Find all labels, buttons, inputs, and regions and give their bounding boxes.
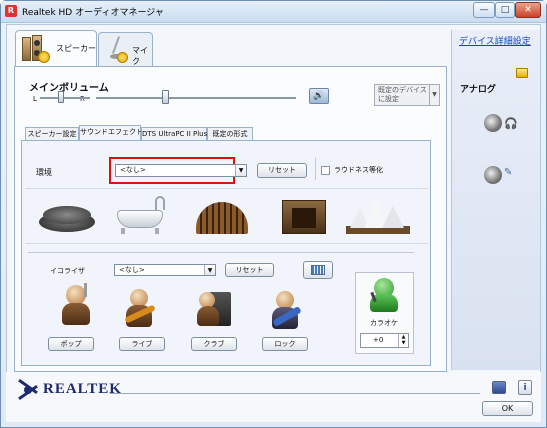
headphone-icon: 🎧 — [504, 117, 518, 130]
rock-figure-icon[interactable] — [268, 289, 304, 333]
tab-microphone-label: マイク — [132, 46, 148, 66]
mute-speaker-icon[interactable]: 🔊 — [309, 88, 329, 104]
tab-microphone[interactable]: マイク — [98, 32, 153, 66]
tab-speaker-label: スピーカー — [56, 44, 96, 53]
divider — [110, 393, 480, 394]
display-icon[interactable] — [492, 381, 506, 394]
tab-default-format[interactable]: 既定の形式 — [207, 127, 253, 141]
close-button[interactable]: ✕ — [515, 2, 541, 18]
env-bathtub-icon[interactable] — [109, 192, 175, 242]
karaoke-stepper[interactable]: +0 ▲ ▼ — [360, 333, 409, 348]
environment-label: 環境 — [36, 168, 52, 177]
equalizer-reset-button[interactable]: リセット — [225, 263, 274, 277]
mic-jack-icon[interactable] — [484, 166, 502, 184]
env-opera-house-icon[interactable] — [342, 192, 414, 242]
equalizer-select-value: <なし> — [119, 266, 145, 274]
volume-slider-thumb[interactable] — [162, 90, 169, 104]
ok-button[interactable]: OK — [482, 401, 533, 416]
chevron-down-icon: ▼ — [235, 165, 246, 176]
tab-dts-ultrapc[interactable]: DTS UltraPC II Plus — [141, 127, 207, 141]
divider — [315, 158, 316, 180]
chevron-down-icon: ▼ — [429, 85, 439, 105]
balance-slider-thumb[interactable] — [58, 91, 64, 103]
pop-figure-icon[interactable] — [58, 283, 94, 327]
default-device-label: 既定のデバイス に設定 — [378, 86, 427, 103]
preset-rock-button[interactable]: ロック — [262, 337, 308, 351]
env-stone-disc-icon[interactable] — [35, 192, 101, 242]
environment-reset-button[interactable]: リセット — [257, 163, 307, 178]
check-badge-icon — [117, 52, 128, 63]
stepper-down-icon[interactable]: ▼ — [398, 340, 408, 347]
preset-pop-button[interactable]: ポップ — [48, 337, 94, 351]
env-stone-room-icon[interactable] — [272, 192, 338, 242]
connector-panel — [451, 30, 540, 370]
equalizer-label: イコライザ — [50, 267, 85, 275]
live-figure-icon[interactable] — [122, 287, 158, 331]
check-badge-icon — [38, 51, 50, 63]
divider — [28, 252, 414, 253]
env-colosseum-icon[interactable] — [190, 192, 256, 242]
minimize-button[interactable]: — — [473, 2, 495, 18]
maximize-button[interactable]: □ — [495, 2, 515, 18]
headphone-jack-icon[interactable] — [484, 114, 502, 132]
graphic-eq-button[interactable] — [303, 261, 333, 279]
equalizer-icon — [311, 265, 325, 275]
tab-sound-effects[interactable]: サウンドエフェクト — [79, 125, 143, 141]
tab-speaker[interactable]: スピーカー — [15, 30, 97, 67]
device-advanced-settings-link[interactable]: デバイス詳細設定 — [459, 34, 531, 47]
realtek-logo-icon — [17, 378, 39, 401]
folder-icon[interactable] — [516, 68, 528, 78]
tab-speaker-config[interactable]: スピーカー設定 — [25, 127, 79, 141]
environment-select[interactable]: <なし> ▼ — [115, 164, 247, 177]
mic-small-icon: ✎ — [504, 167, 513, 178]
info-icon[interactable]: i — [518, 380, 532, 395]
karaoke-singer-icon — [366, 278, 402, 312]
realtek-brand: REALTEK — [43, 381, 122, 397]
default-device-button[interactable]: 既定のデバイス に設定 ▼ — [374, 84, 440, 106]
karaoke-label: カラオケ — [370, 319, 398, 327]
realtek-app-icon: R — [5, 5, 17, 17]
balance-left-label: L — [33, 95, 37, 103]
equalizer-select[interactable]: <なし> ▼ — [114, 264, 216, 276]
preset-live-button[interactable]: ライブ — [119, 337, 165, 351]
main-volume-label: メインボリューム — [29, 83, 109, 94]
chevron-down-icon: ▼ — [204, 265, 215, 275]
loudness-label: ラウドネス等化 — [334, 166, 383, 174]
loudness-checkbox[interactable] — [321, 166, 330, 175]
analog-heading: アナログ — [460, 85, 496, 95]
preset-club-button[interactable]: クラブ — [191, 337, 237, 351]
club-figure-icon[interactable] — [195, 288, 235, 332]
environment-select-value: <なし> — [120, 166, 146, 174]
window-title: Realtek HD オーディオマネージャ — [22, 8, 164, 18]
volume-slider-track — [96, 97, 296, 99]
karaoke-value: +0 — [373, 336, 384, 344]
balance-slider-track — [40, 97, 90, 99]
